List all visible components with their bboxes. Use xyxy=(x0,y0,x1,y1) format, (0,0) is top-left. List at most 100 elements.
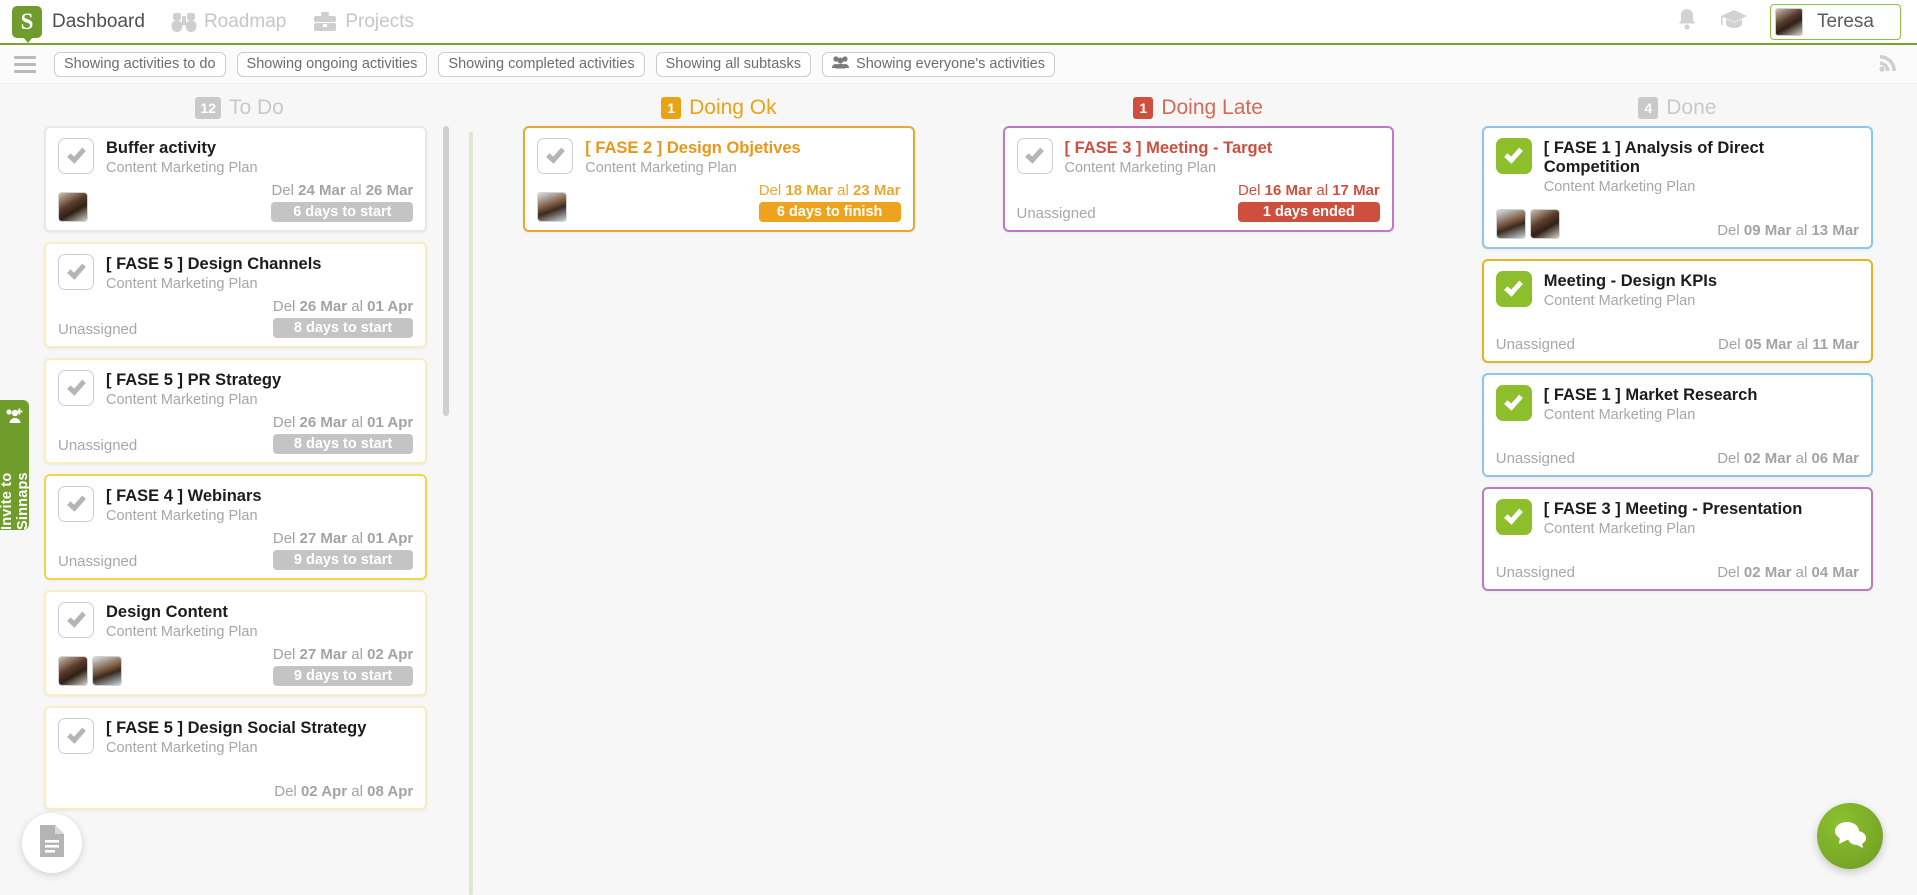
unassigned-label: Unassigned xyxy=(58,320,138,338)
card-header: [ FASE 3 ] Meeting - Presentation Content… xyxy=(1495,498,1859,537)
column-divider xyxy=(469,132,474,895)
filter-chip-everyones-activities[interactable]: Showing everyone's activities xyxy=(822,51,1055,77)
nav-item-dashboard[interactable]: Dashboard xyxy=(52,11,145,33)
document-fab-button[interactable] xyxy=(22,813,82,873)
filter-chip-label: Showing ongoing activities xyxy=(246,56,418,72)
avatar[interactable] xyxy=(1529,208,1560,239)
avatar[interactable] xyxy=(58,191,88,222)
invite-to-sinnaps-tab[interactable]: Invite to Sinnaps xyxy=(0,400,31,530)
status-badge: 8 days to start xyxy=(272,433,414,454)
card-header: Buffer activity Content Marketing Plan xyxy=(58,138,413,176)
task-complete-checkbox[interactable] xyxy=(1495,384,1532,421)
card-project-name: Content Marketing Plan xyxy=(1064,159,1217,176)
task-card[interactable]: [ FASE 1 ] Analysis of Direct Competitio… xyxy=(1481,126,1873,249)
date-separator: al xyxy=(837,181,849,199)
card-project-name: Content Marketing Plan xyxy=(106,275,258,292)
column-card-list-doing-ok[interactable]: [ FASE 2 ] Design Objetives Content Marke… xyxy=(479,126,958,895)
date-separator: al xyxy=(1795,563,1808,581)
card-date-range: Del 16 Mar al 17 Mar xyxy=(1238,182,1380,199)
task-card[interactable]: [ FASE 5 ] PR Strategy Content Marketing … xyxy=(44,357,428,464)
date-prefix: Del xyxy=(272,413,296,431)
card-title: [ FASE 2 ] Design Objetives xyxy=(585,139,801,157)
column-scrollbar[interactable] xyxy=(443,126,450,416)
rss-icon[interactable] xyxy=(1877,50,1901,79)
task-card[interactable]: Meeting - Design KPIs Content Marketing P… xyxy=(1481,258,1873,363)
filter-chip-all-subtasks[interactable]: Showing all subtasks xyxy=(655,51,812,77)
card-date-area: Del 05 Mar al 11 Mar xyxy=(1718,336,1859,353)
task-complete-checkbox[interactable] xyxy=(58,601,94,638)
task-complete-checkbox[interactable] xyxy=(537,138,574,174)
column-header-doing-late: 1 Doing Late xyxy=(959,90,1438,126)
avatar[interactable] xyxy=(1495,208,1526,239)
task-card[interactable]: [ FASE 5 ] Design Channels Content Market… xyxy=(44,241,428,348)
task-complete-checkbox[interactable] xyxy=(58,369,94,406)
nav-item-roadmap[interactable]: Roadmap xyxy=(171,11,286,33)
column-card-list-todo[interactable]: Buffer activity Content Marketing Plan Del… xyxy=(0,126,479,895)
app-logo[interactable]: S xyxy=(12,5,42,43)
top-nav-right-group: Teresa xyxy=(1676,3,1901,40)
card-title: [ FASE 4 ] Webinars xyxy=(106,486,262,505)
top-navigation-bar: S Dashboard Roadmap Projects Teresa xyxy=(0,0,1917,45)
card-project-name: Content Marketing Plan xyxy=(1543,178,1696,195)
date-separator: al xyxy=(351,297,363,315)
nav-item-projects[interactable]: Projects xyxy=(312,11,414,33)
date-end: 08 Apr xyxy=(367,782,414,800)
column-title: Doing Late xyxy=(1161,96,1263,119)
date-prefix: Del xyxy=(272,297,296,315)
task-card[interactable]: [ FASE 3 ] Meeting - Presentation Content… xyxy=(1481,486,1873,591)
check-icon xyxy=(1504,391,1524,411)
filter-chip-label: Showing everyone's activities xyxy=(856,56,1045,72)
card-footer: Del 24 Mar al 26 Mar 6 days to start xyxy=(58,182,414,222)
avatar[interactable] xyxy=(58,655,88,686)
unassigned-label: Unassigned xyxy=(1495,335,1575,353)
task-card[interactable]: [ FASE 3 ] Meeting - Target Content Marke… xyxy=(1002,126,1394,232)
task-complete-checkbox[interactable] xyxy=(58,717,94,754)
hamburger-menu-icon[interactable] xyxy=(14,55,36,73)
task-complete-checkbox[interactable] xyxy=(1495,498,1532,535)
task-card[interactable]: [ FASE 4 ] Webinars Content Marketing Pla… xyxy=(44,473,428,580)
chat-fab-button[interactable] xyxy=(1817,803,1883,869)
task-complete-checkbox[interactable] xyxy=(58,485,94,522)
task-card[interactable]: [ FASE 1 ] Market Research Content Market… xyxy=(1481,372,1873,477)
date-start: 05 Mar xyxy=(1744,335,1793,353)
graduation-cap-icon[interactable] xyxy=(1720,8,1748,35)
date-prefix: Del xyxy=(1237,181,1261,199)
card-footer: Unassigned Del 05 Mar al 11 Mar xyxy=(1496,315,1859,353)
card-text-block: Buffer activity Content Marketing Plan xyxy=(106,138,258,176)
board-column-doing-ok: 1 Doing Ok [ FASE 2 ] Design Objetives Cont… xyxy=(479,84,958,895)
filter-chip-activities-to-do[interactable]: Showing activities to do xyxy=(54,51,226,77)
date-start: 27 Mar xyxy=(299,529,348,547)
task-complete-checkbox[interactable] xyxy=(58,253,94,290)
user-menu-button[interactable]: Teresa xyxy=(1769,3,1901,40)
card-header: [ FASE 5 ] Design Social Strategy Content… xyxy=(58,717,413,756)
filter-chip-ongoing-activities[interactable]: Showing ongoing activities xyxy=(236,51,428,77)
date-prefix: Del xyxy=(1717,449,1740,467)
check-icon xyxy=(1504,144,1524,164)
card-title: [ FASE 5 ] PR Strategy xyxy=(106,370,282,389)
task-complete-checkbox[interactable] xyxy=(1495,270,1532,307)
column-card-list-doing-late[interactable]: [ FASE 3 ] Meeting - Target Content Marke… xyxy=(959,126,1438,895)
card-header: [ FASE 3 ] Meeting - Target Content Marke… xyxy=(1016,138,1380,176)
column-card-list-done[interactable]: [ FASE 1 ] Analysis of Direct Competitio… xyxy=(1438,126,1917,895)
card-footer: Del 18 Mar al 23 Mar 6 days to finish xyxy=(537,181,901,222)
task-card[interactable]: Buffer activity Content Marketing Plan Del… xyxy=(44,126,428,232)
avatar[interactable] xyxy=(537,191,568,222)
status-badge: 6 days to finish xyxy=(758,201,901,222)
card-assignee-area xyxy=(537,191,568,222)
check-icon xyxy=(1504,505,1524,525)
column-title: Done xyxy=(1666,96,1717,119)
filter-chip-completed-activities[interactable]: Showing completed activities xyxy=(438,51,645,77)
filter-chip-label: Showing completed activities xyxy=(448,56,635,72)
card-assignee-area xyxy=(58,191,88,222)
task-card[interactable]: Design Content Content Marketing Plan Del … xyxy=(44,589,428,696)
card-date-area: Del 02 Mar al 04 Mar xyxy=(1717,564,1859,581)
column-header-todo: 12 To Do xyxy=(0,90,479,126)
task-complete-checkbox[interactable] xyxy=(1016,138,1053,174)
bell-icon[interactable] xyxy=(1676,7,1698,36)
task-complete-checkbox[interactable] xyxy=(1495,138,1532,174)
task-card[interactable]: [ FASE 5 ] Design Social Strategy Content… xyxy=(44,705,428,810)
task-card[interactable]: [ FASE 2 ] Design Objetives Content Marke… xyxy=(523,126,915,232)
task-complete-checkbox[interactable] xyxy=(58,138,94,174)
avatar[interactable] xyxy=(92,655,122,686)
card-date-range: Del 02 Mar al 06 Mar xyxy=(1717,450,1859,467)
